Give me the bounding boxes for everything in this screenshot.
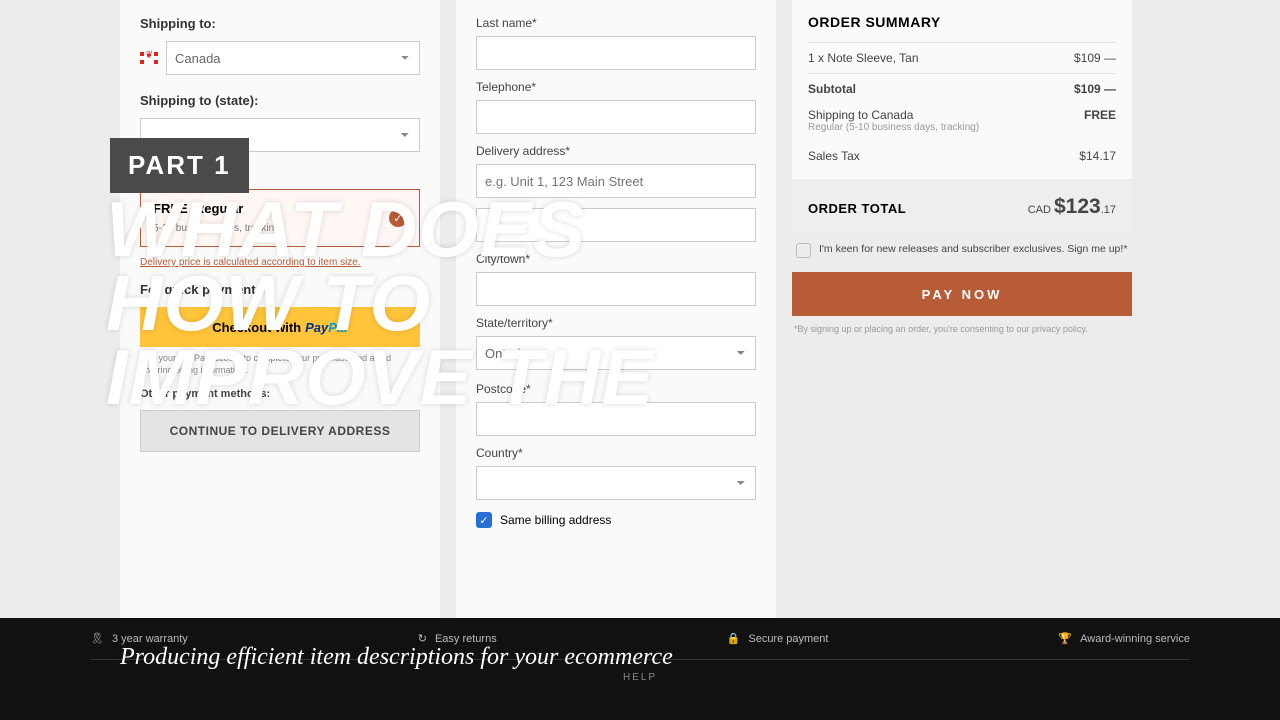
summary-item-row: 1 x Note Sleeve, Tan$109 —	[808, 42, 1116, 73]
delivery-address-label: Delivery address*	[476, 144, 756, 158]
shipping-state-label: Shipping to (state):	[140, 93, 420, 108]
canada-flag-icon	[140, 52, 158, 64]
order-total-row: ORDER TOTAL CAD $123.17	[792, 181, 1132, 233]
ribbon-icon: 🎗	[90, 632, 104, 645]
checkbox-unchecked-icon	[796, 243, 811, 258]
trophy-icon: 🏆	[1058, 632, 1072, 645]
pay-now-button[interactable]: PAY NOW	[792, 272, 1132, 316]
same-billing-row[interactable]: ✓ Same billing address	[476, 512, 756, 528]
address-country-select[interactable]	[476, 466, 756, 500]
summary-tax-row: Sales Tax$14.17	[808, 141, 1116, 171]
checkbox-checked-icon: ✓	[476, 512, 492, 528]
same-billing-label: Same billing address	[500, 513, 611, 527]
overlay-caption: Producing efficient item descriptions fo…	[120, 644, 673, 671]
overlay-headline: WHAT DOES HOW TO IMPROVE THE	[106, 192, 654, 414]
lastname-label: Last name*	[476, 16, 756, 30]
country-select[interactable]: Canada	[166, 41, 420, 75]
summary-column: ORDER SUMMARY 1 x Note Sleeve, Tan$109 —…	[792, 0, 1132, 618]
lastname-input[interactable]	[476, 36, 756, 70]
telephone-input[interactable]	[476, 100, 756, 134]
consent-text: *By signing up or placing an order, you'…	[792, 324, 1132, 336]
footer-help-heading: HELP	[90, 672, 1190, 683]
shipping-to-label: Shipping to:	[140, 16, 420, 31]
telephone-label: Telephone*	[476, 80, 756, 94]
country-label: Country*	[476, 446, 756, 460]
signup-checkbox-row[interactable]: I'm keen for new releases and subscriber…	[792, 233, 1132, 268]
summary-subtotal-row: Subtotal$109 —	[808, 73, 1116, 104]
badge-secure: 🔒Secure payment	[727, 632, 829, 645]
summary-shipping-row: Shipping to CanadaFREE Regular (5-10 bus…	[808, 104, 1116, 141]
badge-award: 🏆Award-winning service	[1058, 632, 1190, 645]
order-summary-title: ORDER SUMMARY	[808, 14, 1116, 30]
lock-icon: 🔒	[727, 632, 741, 645]
